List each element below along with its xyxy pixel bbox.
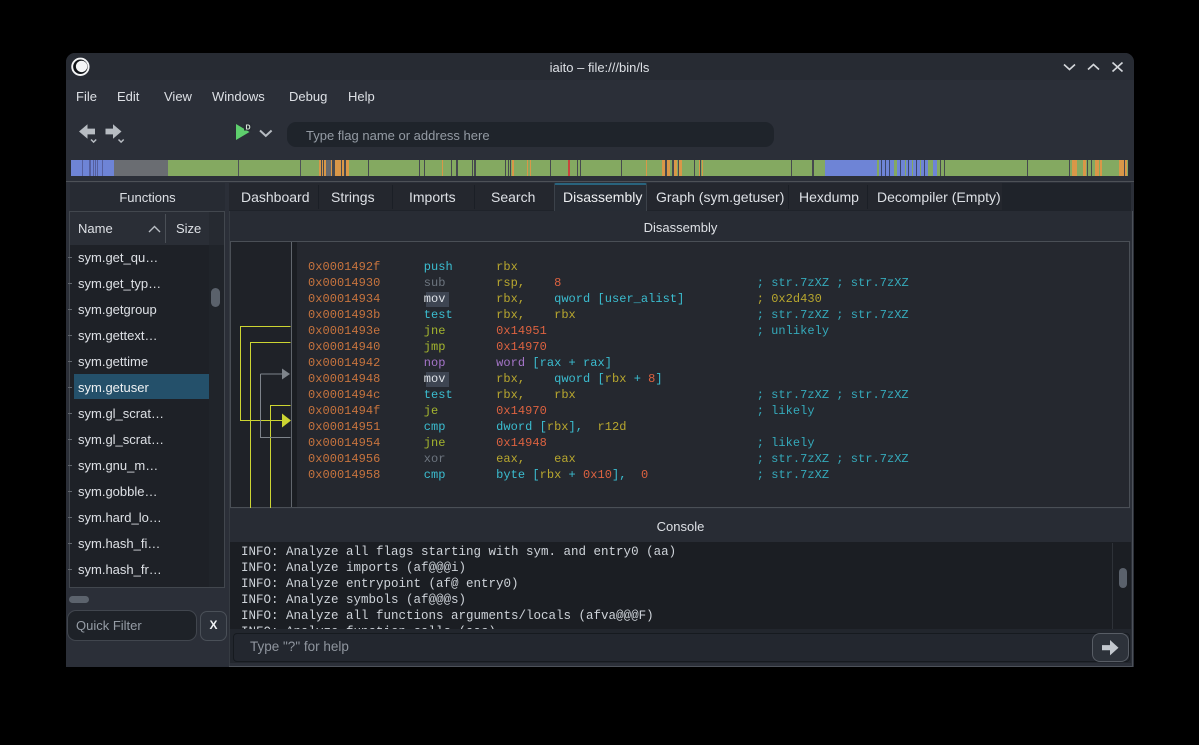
svg-text:D: D — [246, 125, 251, 132]
